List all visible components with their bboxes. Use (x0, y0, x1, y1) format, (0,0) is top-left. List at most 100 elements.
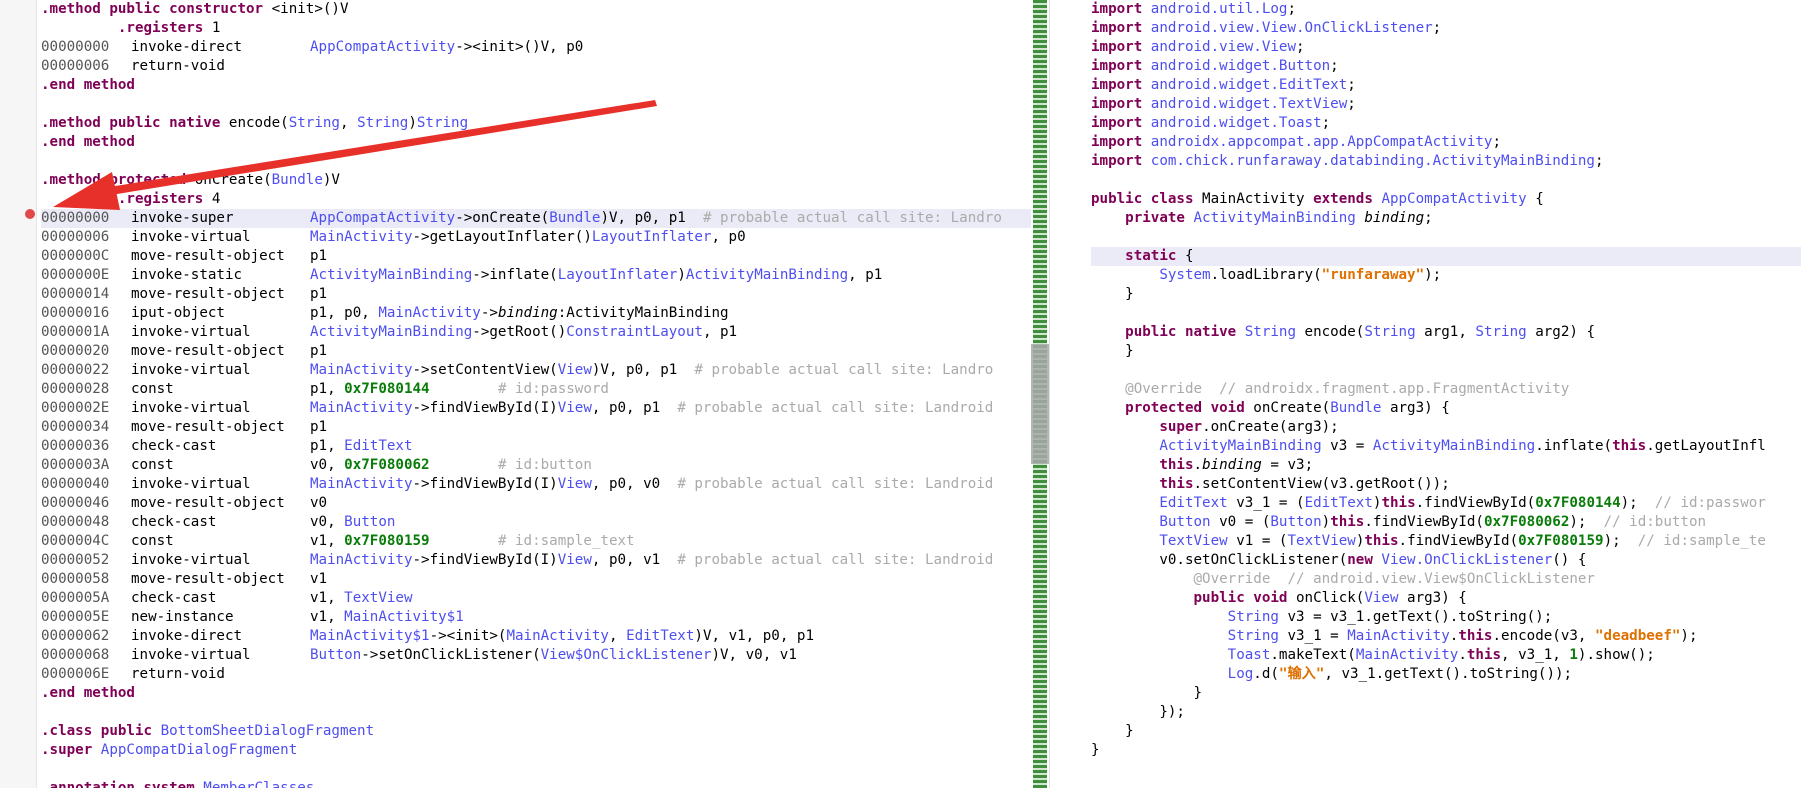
smali-line[interactable]: .super AppCompatDialogFragment (41, 741, 1031, 760)
smali-line[interactable]: .registers 1 (41, 19, 1031, 38)
code-token: import (1091, 39, 1143, 55)
java-line[interactable]: import android.widget.Toast; (1091, 114, 1801, 133)
java-line[interactable]: Toast.makeText(MainActivity.this, v3_1, … (1091, 646, 1801, 665)
smali-line[interactable] (41, 152, 1031, 171)
java-line[interactable]: public class MainActivity extends AppCom… (1091, 190, 1801, 209)
java-line[interactable]: ActivityMainBinding v3 = ActivityMainBin… (1091, 437, 1801, 456)
scrollbar-thumb[interactable] (1031, 344, 1049, 464)
smali-line[interactable]: 0000000C move-result-object p1 (41, 247, 1031, 266)
code-token: this (1364, 533, 1399, 549)
java-code-view[interactable]: import android.util.Log; import android.v… (1091, 0, 1801, 760)
smali-line[interactable]: 00000000 invoke-super AppCompatActivity->o… (41, 209, 1031, 228)
smali-line[interactable]: 00000020 move-result-object p1 (41, 342, 1031, 361)
smali-line[interactable]: 0000006E return-void (41, 665, 1031, 684)
java-line[interactable]: } (1091, 285, 1801, 304)
smali-line[interactable]: 00000006 invoke-virtual MainActivity->getL… (41, 228, 1031, 247)
smali-line[interactable]: .end method (41, 76, 1031, 95)
smali-line[interactable]: .end method (41, 133, 1031, 152)
java-line[interactable]: Log.d("输入", v3_1.getText().toString()); (1091, 665, 1801, 684)
java-line[interactable]: import androidx.appcompat.app.AppCompatA… (1091, 133, 1801, 152)
smali-line[interactable] (41, 95, 1031, 114)
java-line[interactable] (1091, 361, 1801, 380)
java-line[interactable]: } (1091, 684, 1801, 703)
java-line[interactable]: super.onCreate(arg3); (1091, 418, 1801, 437)
java-line[interactable]: System.loadLibrary("runfaraway"); (1091, 266, 1801, 285)
smali-line[interactable]: 00000052 invoke-virtual MainActivity->find… (41, 551, 1031, 570)
java-line[interactable]: String v3_1 = MainActivity.this.encode(v… (1091, 627, 1801, 646)
java-line[interactable]: private ActivityMainBinding binding; (1091, 209, 1801, 228)
java-line[interactable]: @Override // androidx.fragment.app.Fragm… (1091, 380, 1801, 399)
code-token: -><init>( (429, 628, 507, 644)
opcode: invoke-super (131, 210, 234, 226)
smali-line[interactable] (41, 760, 1031, 779)
java-line[interactable]: import com.chick.runfaraway.databinding.… (1091, 152, 1801, 171)
smali-line[interactable]: 0000003A const v0, 0x7F080062 # id:button (41, 456, 1031, 475)
code-token: ); (1569, 514, 1604, 530)
smali-code-view[interactable]: .method public constructor <init>()V .re… (41, 0, 1031, 788)
smali-line[interactable]: .method public native encode(String, Str… (41, 114, 1031, 133)
smali-line[interactable]: .class public BottomSheetDialogFragment (41, 722, 1031, 741)
smali-line[interactable] (41, 703, 1031, 722)
smali-line[interactable]: .annotation system MemberClasses (41, 779, 1031, 788)
java-line[interactable]: import android.widget.Button; (1091, 57, 1801, 76)
smali-line[interactable]: 0000004C const v1, 0x7F080159 # id:sample_… (41, 532, 1031, 551)
java-line[interactable]: import android.widget.EditText; (1091, 76, 1801, 95)
java-line[interactable]: import android.view.View; (1091, 38, 1801, 57)
java-line[interactable]: public void onClick(View arg3) { (1091, 589, 1801, 608)
java-line[interactable]: } (1091, 342, 1801, 361)
smali-line[interactable]: 00000068 invoke-virtual Button->setOnClick… (41, 646, 1031, 665)
java-line[interactable]: } (1091, 741, 1801, 760)
smali-line[interactable]: 00000040 invoke-virtual MainActivity->find… (41, 475, 1031, 494)
opcode: move-result-object (131, 343, 285, 359)
pane-divider[interactable] (1049, 0, 1050, 788)
java-line[interactable]: public native String encode(String arg1,… (1091, 323, 1801, 342)
java-line[interactable] (1091, 304, 1801, 323)
java-line[interactable]: } (1091, 722, 1801, 741)
code-token: , p1 (702, 324, 738, 340)
code-token: , p0, v1 (591, 552, 678, 568)
java-line[interactable]: @Override // android.view.View$OnClickLi… (1091, 570, 1801, 589)
smali-line[interactable]: 00000036 check-cast p1, EditText (41, 437, 1031, 456)
smali-line[interactable]: 00000028 const p1, 0x7F080144 # id:passwor… (41, 380, 1031, 399)
java-line[interactable]: protected void onCreate(Bundle arg3) { (1091, 399, 1801, 418)
java-line[interactable] (1091, 171, 1801, 190)
smali-line[interactable]: .method public constructor <init>()V (41, 0, 1031, 19)
smali-line[interactable]: 00000016 iput-object p1, p0, MainActivity-… (41, 304, 1031, 323)
java-line[interactable] (1091, 228, 1801, 247)
smali-line[interactable]: 0000002E invoke-virtual MainActivity->find… (41, 399, 1031, 418)
java-line[interactable]: v0.setOnClickListener(new View.OnClickLi… (1091, 551, 1801, 570)
java-line[interactable]: this.setContentView(v3.getRoot()); (1091, 475, 1801, 494)
java-line[interactable]: }); (1091, 703, 1801, 722)
smali-line[interactable]: 00000034 move-result-object p1 (41, 418, 1031, 437)
smali-line[interactable]: 00000014 move-result-object p1 (41, 285, 1031, 304)
java-line[interactable]: import android.util.Log; (1091, 0, 1801, 19)
java-line[interactable]: TextView v1 = (TextView)this.findViewByI… (1091, 532, 1801, 551)
java-line[interactable]: import android.view.View.OnClickListener… (1091, 19, 1801, 38)
smali-line[interactable]: 0000005E new-instance v1, MainActivity$1 (41, 608, 1031, 627)
smali-line[interactable]: .registers 4 (41, 190, 1031, 209)
smali-line[interactable]: 0000001A invoke-virtual ActivityMainBindin… (41, 323, 1031, 342)
breakpoint-dot-icon[interactable] (25, 209, 35, 219)
java-line[interactable]: static { (1091, 247, 1801, 266)
smali-line[interactable]: 0000005A check-cast v1, TextView (41, 589, 1031, 608)
java-line[interactable]: Button v0 = (Button)this.findViewById(0x… (1091, 513, 1801, 532)
java-code-pane[interactable]: import android.util.Log; import android.v… (1059, 0, 1801, 788)
smali-line[interactable]: 00000022 invoke-virtual MainActivity->setC… (41, 361, 1031, 380)
java-line[interactable]: String v3 = v3_1.getText().toString(); (1091, 608, 1801, 627)
smali-line[interactable]: 00000048 check-cast v0, Button (41, 513, 1031, 532)
smali-line[interactable]: 00000046 move-result-object v0 (41, 494, 1031, 513)
smali-line[interactable]: 00000000 invoke-direct AppCompatActivity->… (41, 38, 1031, 57)
line-gutter[interactable] (0, 0, 37, 788)
java-line[interactable]: EditText v3_1 = (EditText)this.findViewB… (1091, 494, 1801, 513)
code-token: AppCompatActivity (310, 39, 456, 55)
smali-line[interactable]: 00000062 invoke-direct MainActivity$1-><in… (41, 627, 1031, 646)
smali-line[interactable]: .method protected onCreate(Bundle)V (41, 171, 1031, 190)
smali-line[interactable]: 0000000E invoke-static ActivityMainBinding… (41, 266, 1031, 285)
smali-line[interactable]: 00000058 move-result-object v1 (41, 570, 1031, 589)
smali-line[interactable]: 00000006 return-void (41, 57, 1031, 76)
smali-line[interactable]: .end method (41, 684, 1031, 703)
smali-code-pane[interactable]: .method public constructor <init>()V .re… (0, 0, 1031, 788)
java-line[interactable]: import android.widget.TextView; (1091, 95, 1801, 114)
java-line[interactable]: this.binding = v3; (1091, 456, 1801, 475)
